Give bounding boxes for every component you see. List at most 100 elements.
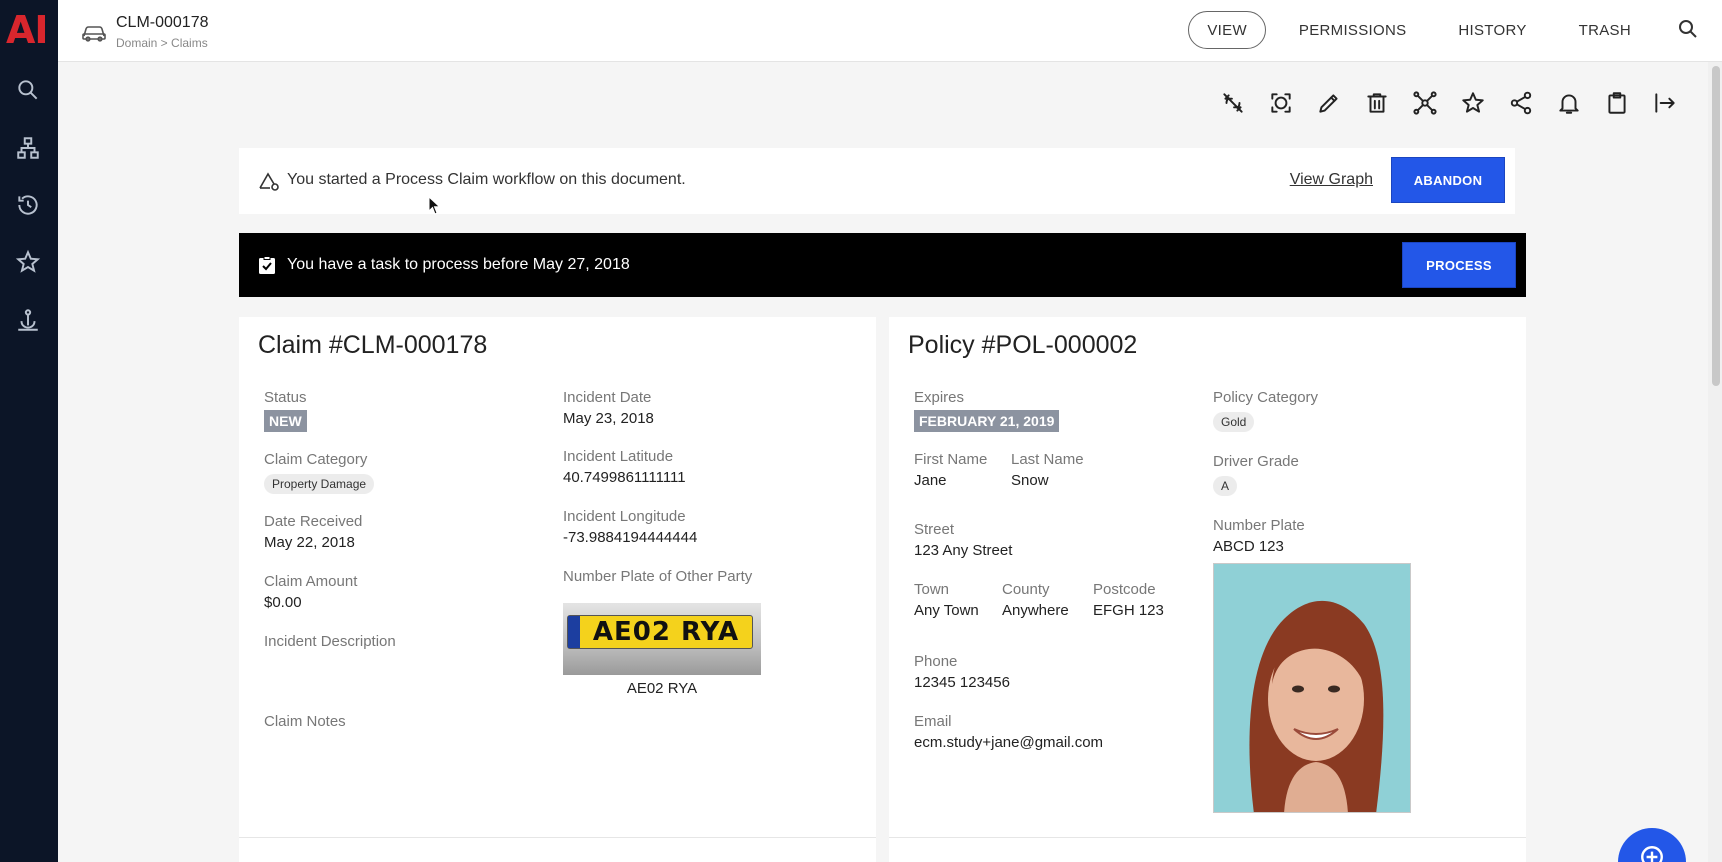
- search-icon[interactable]: [14, 76, 42, 104]
- incident-longitude-field: Incident Longitude -73.9884194444444: [563, 508, 697, 546]
- view-graph-link[interactable]: View Graph: [1290, 171, 1373, 189]
- policy-card: Policy #POL-000002 Expires FEBRUARY 21, …: [889, 317, 1526, 862]
- add-fab-button[interactable]: [1618, 828, 1686, 862]
- policy-category-label: Policy Category: [1213, 389, 1319, 406]
- status-label: Status: [264, 389, 307, 406]
- incident-date-field: Incident Date May 23, 2018: [563, 389, 654, 427]
- email-value[interactable]: ecm.study+jane@gmail.com: [914, 734, 1103, 751]
- number-plate-label: Number Plate: [1213, 517, 1305, 534]
- document-toolbar: [1218, 88, 1680, 118]
- last-name-value: Snow: [1011, 472, 1049, 489]
- street-value: 123 Any Street: [914, 542, 1013, 559]
- phone-value: 12345 123456: [914, 674, 1010, 691]
- number-plate-image[interactable]: AE02 RYA: [563, 603, 761, 675]
- claim-category-tag: Property Damage: [264, 474, 375, 494]
- plate-eu-band: [568, 616, 580, 648]
- card-footer-divider: [239, 837, 876, 838]
- expires-badge: FEBRUARY 21, 2019: [914, 410, 1060, 432]
- clipboard-icon[interactable]: [1602, 88, 1632, 118]
- card-footer-divider: [889, 837, 1526, 838]
- email-label: Email: [914, 713, 952, 730]
- incident-latitude-label: Incident Latitude: [563, 448, 674, 465]
- anchor-icon[interactable]: [14, 306, 42, 334]
- search-icon[interactable]: [1676, 17, 1702, 43]
- focus-icon[interactable]: [1266, 88, 1296, 118]
- first-name-label: First Name: [914, 451, 988, 468]
- postcode-value: EFGH 123: [1093, 602, 1164, 619]
- driver-grade-tag: A: [1213, 476, 1238, 496]
- phone-label: Phone: [914, 653, 958, 670]
- last-name-label: Last Name: [1011, 451, 1084, 468]
- sync-off-icon[interactable]: [1218, 88, 1248, 118]
- process-button[interactable]: PROCESS: [1402, 242, 1516, 288]
- delete-icon[interactable]: [1362, 88, 1392, 118]
- email-field: Email ecm.study+jane@gmail.com: [914, 713, 1103, 751]
- edit-icon[interactable]: [1314, 88, 1344, 118]
- claim-amount-field: Claim Amount $0.00: [264, 573, 357, 611]
- county-value: Anywhere: [1002, 602, 1069, 619]
- task-check-icon: [257, 255, 277, 275]
- street-label: Street: [914, 521, 955, 538]
- town-value: Any Town: [914, 602, 979, 619]
- tab-view[interactable]: VIEW: [1188, 11, 1266, 49]
- scrollbar-thumb[interactable]: [1712, 66, 1720, 386]
- number-plate-field: Number Plate ABCD 123: [1213, 517, 1305, 555]
- driver-photo[interactable]: [1213, 563, 1411, 813]
- history-icon[interactable]: [14, 191, 42, 219]
- task-banner: You have a task to process before May 27…: [239, 233, 1526, 297]
- export-icon[interactable]: [1650, 88, 1680, 118]
- expires-label: Expires: [914, 389, 965, 406]
- incident-latitude-value: 40.7499861111111: [563, 469, 686, 486]
- workflow-message: You started a Process Claim workflow on …: [287, 171, 686, 188]
- street-field: Street 123 Any Street: [914, 521, 1012, 559]
- plate-caption: AE02 RYA: [626, 680, 698, 697]
- breadcrumb[interactable]: Domain > Claims: [116, 36, 208, 50]
- star-icon[interactable]: [14, 248, 42, 276]
- incident-date-value: May 23, 2018: [563, 410, 654, 427]
- claim-category-label: Claim Category: [264, 451, 368, 468]
- town-field: Town Any Town: [914, 581, 979, 619]
- number-plate-value: ABCD 123: [1213, 538, 1284, 555]
- view-tabs: VIEW PERMISSIONS HISTORY TRASH: [1188, 11, 1650, 49]
- plate-face: AE02 RYA: [567, 615, 753, 649]
- first-name-value: Jane: [914, 472, 947, 489]
- tab-history[interactable]: HISTORY: [1439, 11, 1545, 49]
- workflow-icon[interactable]: [1410, 88, 1440, 118]
- other-plate-field: Number Plate of Other Party: [563, 568, 752, 585]
- county-field: County Anywhere: [1002, 581, 1069, 619]
- last-name-field: Last Name Snow: [1011, 451, 1084, 489]
- policy-category-tag: Gold: [1213, 412, 1255, 432]
- driver-grade-label: Driver Grade: [1213, 453, 1299, 470]
- town-label: Town: [914, 581, 950, 598]
- incident-longitude-value: -73.9884194444444: [563, 529, 698, 546]
- mouse-cursor-icon: [428, 196, 441, 215]
- driver-photo-portrait: [1214, 564, 1410, 812]
- plus-icon: [1641, 846, 1663, 862]
- left-nav: AI: [0, 0, 58, 862]
- scrollbar[interactable]: [1708, 62, 1722, 862]
- claim-category-field: Claim Category Property Damage: [264, 451, 375, 494]
- hierarchy-icon[interactable]: [14, 134, 42, 162]
- claim-amount-label: Claim Amount: [264, 573, 358, 590]
- tab-trash[interactable]: TRASH: [1560, 11, 1650, 49]
- incident-description-label: Incident Description: [264, 633, 396, 650]
- document-title: CLM-000178: [116, 14, 209, 31]
- task-message: You have a task to process before May 27…: [287, 256, 630, 273]
- incident-date-label: Incident Date: [563, 389, 652, 406]
- app-logo[interactable]: AI: [6, 8, 49, 52]
- policy-title: Policy #POL-000002: [908, 331, 1138, 359]
- date-received-label: Date Received: [264, 513, 363, 530]
- incident-latitude-field: Incident Latitude 40.7499861111111: [563, 448, 686, 486]
- share-icon[interactable]: [1506, 88, 1536, 118]
- top-bar: CLM-000178 Domain > Claims VIEW PERMISSI…: [58, 0, 1722, 62]
- star-icon[interactable]: [1458, 88, 1488, 118]
- county-label: County: [1002, 581, 1050, 598]
- expires-field: Expires FEBRUARY 21, 2019: [914, 389, 1060, 432]
- tab-permissions[interactable]: PERMISSIONS: [1280, 11, 1426, 49]
- abandon-button[interactable]: ABANDON: [1391, 157, 1505, 203]
- first-name-field: First Name Jane: [914, 451, 987, 489]
- claim-amount-value: $0.00: [264, 594, 302, 611]
- other-plate-label: Number Plate of Other Party: [563, 568, 753, 585]
- phone-field: Phone 12345 123456: [914, 653, 1010, 691]
- bell-icon[interactable]: [1554, 88, 1584, 118]
